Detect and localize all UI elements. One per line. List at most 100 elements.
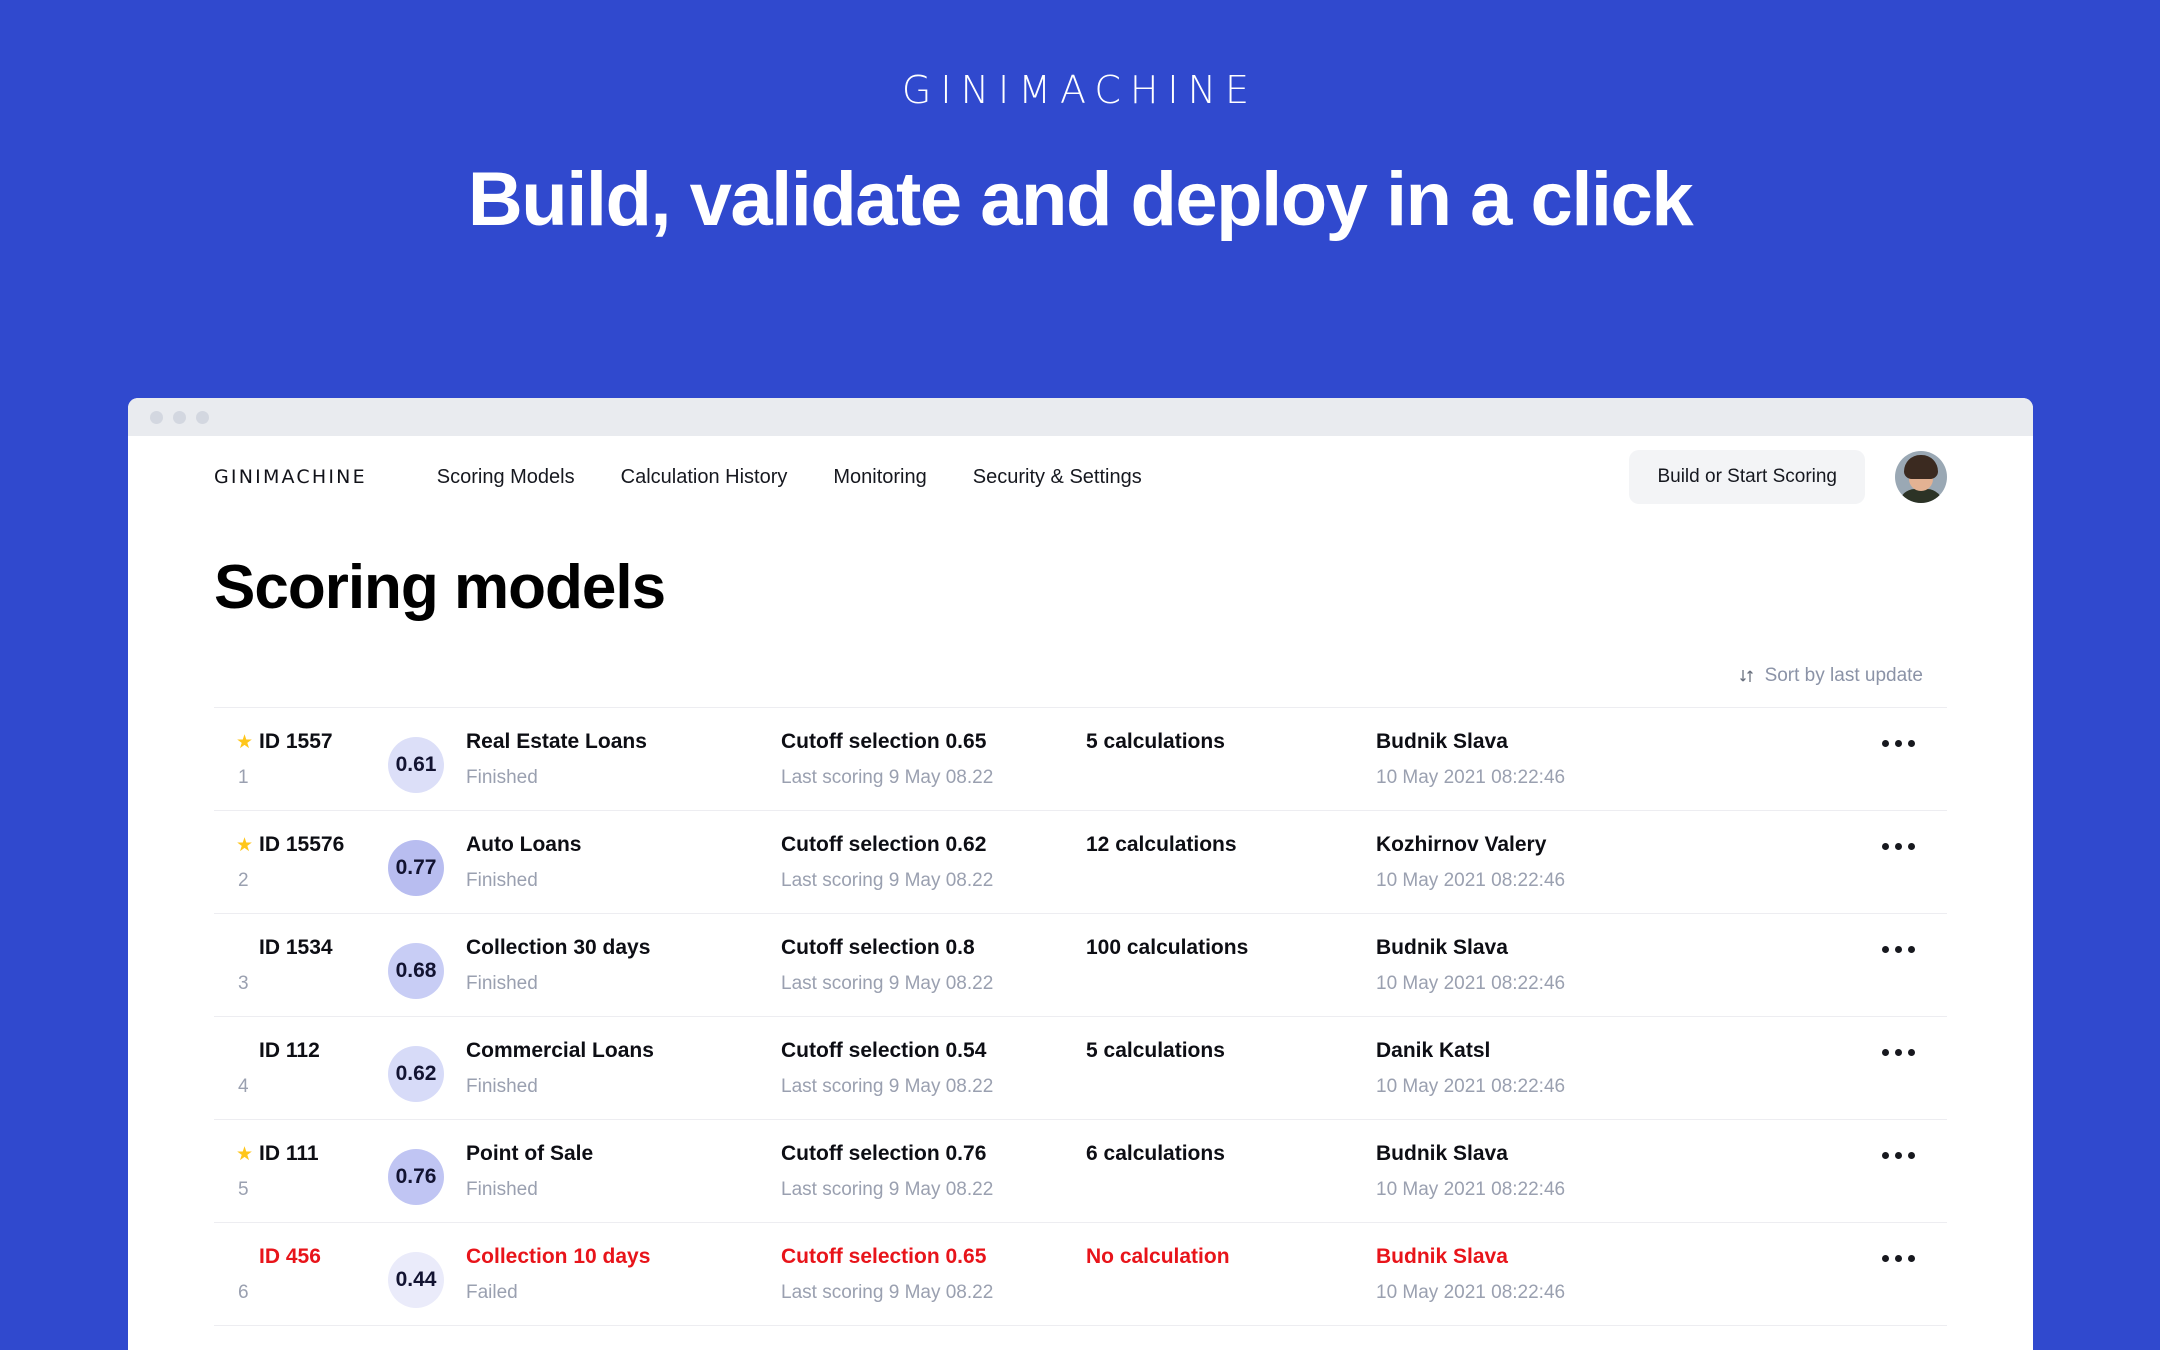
score-badge: 0.62 — [388, 1046, 444, 1102]
browser-window: GINIMACHINE Scoring Models Calculation H… — [128, 398, 2033, 1350]
cell-model: Point of Sale Finished — [466, 1142, 781, 1201]
cell-score: 0.62 — [366, 1039, 466, 1102]
calculations-count: 5 calculations — [1086, 730, 1225, 753]
user-name: Budnik Slava — [1376, 1245, 1508, 1268]
build-or-start-scoring-button[interactable]: Build or Start Scoring — [1629, 450, 1865, 504]
cell-cutoff: Cutoff selection 0.76 Last scoring 9 May … — [781, 1142, 1086, 1201]
avatar[interactable] — [1895, 451, 1947, 503]
model-id: ID 111 — [259, 1142, 319, 1165]
cutoff-selection: Cutoff selection 0.65 — [781, 730, 987, 753]
last-scoring: Last scoring 9 May 08.22 — [781, 1282, 994, 1303]
avatar-body — [1899, 489, 1943, 503]
cell-calculations: 5 calculations — [1086, 730, 1376, 754]
model-status: Finished — [466, 973, 538, 994]
model-id: ID 15576 — [259, 833, 345, 856]
page-title: Scoring models — [214, 553, 666, 622]
table-row[interactable]: ★ID 45660.44Collection 10 daysFailedCuto… — [214, 1222, 1947, 1325]
cell-id: ★ID 4566 — [214, 1245, 366, 1304]
cell-calculations: No calculation — [1086, 1245, 1376, 1269]
updated-timestamp: 10 May 2021 08:22:46 — [1376, 1179, 1566, 1200]
ellipsis-icon[interactable] — [1876, 837, 1921, 856]
ellipsis-icon[interactable] — [1876, 940, 1921, 959]
cell-model: Real Estate Loans Finished — [466, 730, 781, 789]
window-close-dot[interactable] — [150, 410, 163, 424]
nav-item-monitoring[interactable]: Monitoring — [833, 466, 926, 489]
promo-headline: Build, validate and deploy in a click — [467, 157, 1694, 242]
model-status: Finished — [466, 870, 538, 891]
table-row[interactable]: ★ID 153430.68Collection 30 daysFinishedC… — [214, 913, 1947, 1016]
score-badge: 0.68 — [388, 943, 444, 999]
row-number: 2 — [238, 870, 249, 891]
model-status: Finished — [466, 767, 538, 788]
model-id: ID 112 — [259, 1039, 320, 1062]
avatar-hair — [1904, 455, 1938, 479]
cell-id: ★ ID 15576 2 — [214, 833, 366, 892]
promo-banner: GINIMACHINE Build, validate and deploy i… — [0, 68, 2160, 243]
cell-id: ★ID 1124 — [214, 1039, 366, 1098]
cell-model: Collection 10 days Failed — [466, 1245, 781, 1304]
model-status: Failed — [466, 1282, 518, 1303]
nav-item-calculation-history[interactable]: Calculation History — [621, 466, 788, 489]
ellipsis-icon[interactable] — [1876, 1249, 1921, 1268]
cell-calculations: 100 calculations — [1086, 936, 1376, 960]
nav-right-group: Build or Start Scoring — [1629, 450, 1947, 504]
updated-timestamp: 10 May 2021 08:22:46 — [1376, 1282, 1566, 1303]
cell-cutoff: Cutoff selection 0.8 Last scoring 9 May 0… — [781, 936, 1086, 995]
cell-id: ★ ID 111 5 — [214, 1142, 366, 1201]
cell-user: Danik Katsl 10 May 2021 08:22:46 — [1376, 1039, 1947, 1098]
window-maximize-dot[interactable] — [196, 410, 209, 424]
sort-row: Sort by last update — [214, 665, 1947, 687]
star-icon[interactable]: ★ — [236, 836, 253, 855]
cell-model: Collection 30 days Finished — [466, 936, 781, 995]
app-navbar: GINIMACHINE Scoring Models Calculation H… — [128, 436, 2033, 518]
nav-item-security-settings[interactable]: Security & Settings — [973, 466, 1142, 489]
ellipsis-icon[interactable] — [1876, 734, 1921, 753]
cell-cutoff: Cutoff selection 0.62 Last scoring 9 May … — [781, 833, 1086, 892]
calculations-count: 5 calculations — [1086, 1039, 1225, 1062]
user-name: Budnik Slava — [1376, 936, 1508, 959]
star-icon[interactable]: ★ — [236, 733, 253, 752]
table-row[interactable]: ★ID 11240.62Commercial LoansFinishedCuto… — [214, 1016, 1947, 1119]
table-row[interactable]: ★ ID 111 5 0.76 Point of Sale Finished Cutoff … — [214, 1119, 1947, 1222]
cell-user: Budnik Slava 10 May 2021 08:22:46 — [1376, 936, 1947, 995]
table-row[interactable]: ★ ID 1557 1 0.61 Real Estate Loans Finished Cu… — [214, 707, 1947, 810]
model-name: Real Estate Loans — [466, 730, 647, 753]
row-number: 5 — [238, 1179, 249, 1200]
user-name: Danik Katsl — [1376, 1039, 1491, 1062]
updated-timestamp: 10 May 2021 08:22:46 — [1376, 1076, 1566, 1097]
cell-user: Budnik Slava 10 May 2021 08:22:46 — [1376, 1142, 1947, 1201]
last-scoring: Last scoring 9 May 08.22 — [781, 973, 994, 994]
app-logo[interactable]: GINIMACHINE — [214, 466, 367, 488]
row-number: 3 — [238, 973, 249, 994]
sort-by-last-update-button[interactable]: Sort by last update — [1738, 665, 1923, 687]
cell-user: Kozhirnov Valery 10 May 2021 08:22:46 — [1376, 833, 1947, 892]
star-icon[interactable]: ★ — [236, 1145, 253, 1164]
user-name: Kozhirnov Valery — [1376, 833, 1547, 856]
page-content: Scoring models Sort by last update ★ ID 1… — [128, 552, 2033, 1350]
nav-item-scoring-models[interactable]: Scoring Models — [437, 466, 575, 489]
window-minimize-dot[interactable] — [173, 410, 186, 424]
table-row[interactable]: ★ID 78870.63Consumer pdlFinishedCutoff s… — [214, 1325, 1947, 1350]
row-number: 6 — [238, 1282, 249, 1303]
updated-timestamp: 10 May 2021 08:22:46 — [1376, 870, 1566, 891]
cell-score: 0.76 — [366, 1142, 466, 1205]
row-number: 1 — [238, 767, 249, 788]
updated-timestamp: 10 May 2021 08:22:46 — [1376, 973, 1566, 994]
nav-links: Scoring Models Calculation History Monit… — [437, 466, 1142, 489]
ellipsis-icon[interactable] — [1876, 1146, 1921, 1165]
cell-score: 0.77 — [366, 833, 466, 896]
cutoff-selection: Cutoff selection 0.8 — [781, 936, 975, 959]
score-badge: 0.61 — [388, 737, 444, 793]
sort-label: Sort by last update — [1764, 665, 1923, 686]
user-name: Budnik Slava — [1376, 1142, 1508, 1165]
cell-model: Commercial Loans Finished — [466, 1039, 781, 1098]
cell-cutoff: Cutoff selection 0.65 Last scoring 9 May … — [781, 730, 1086, 789]
last-scoring: Last scoring 9 May 08.22 — [781, 1179, 994, 1200]
sort-arrows-icon — [1738, 667, 1756, 685]
table-row[interactable]: ★ ID 15576 2 0.77 Auto Loans Finished Cutoff s… — [214, 810, 1947, 913]
cell-user: Budnik Slava 10 May 2021 08:22:46 — [1376, 1245, 1947, 1304]
model-status: Finished — [466, 1076, 538, 1097]
ellipsis-icon[interactable] — [1876, 1043, 1921, 1062]
brand-logo: GINIMACHINE — [901, 68, 1259, 112]
model-id: ID 1534 — [259, 936, 333, 959]
